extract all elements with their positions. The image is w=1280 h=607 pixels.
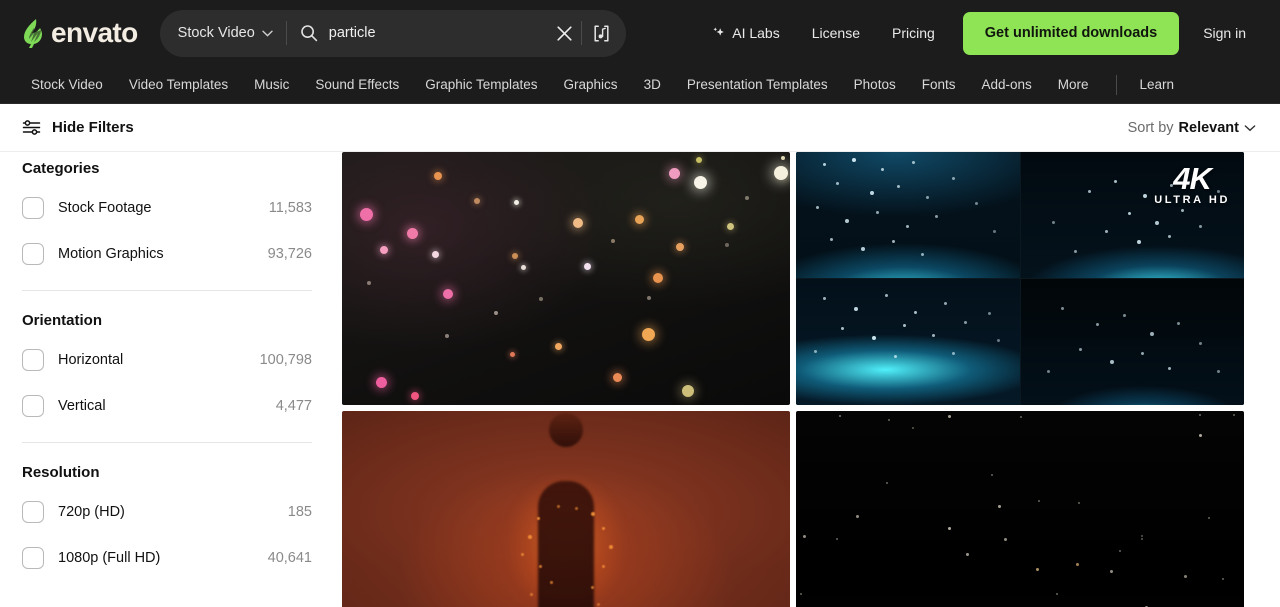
result-thumbnail-1[interactable] bbox=[342, 152, 790, 405]
checkbox[interactable] bbox=[22, 196, 44, 219]
nav-item-photos[interactable]: Photos bbox=[841, 71, 909, 98]
search-icon bbox=[300, 25, 317, 42]
checkbox[interactable] bbox=[22, 348, 44, 371]
search-category-label: Stock Video bbox=[177, 25, 255, 41]
result-thumbnail-4[interactable] bbox=[796, 411, 1244, 607]
header-link-label: License bbox=[811, 25, 860, 41]
brand-name: envato bbox=[51, 17, 138, 48]
checkbox[interactable] bbox=[22, 242, 44, 265]
nav-item-learn[interactable]: Learn bbox=[1127, 71, 1188, 98]
filter-option-motion-graphics[interactable]: Motion Graphics 93,726 bbox=[22, 236, 312, 271]
filter-option-count: 185 bbox=[287, 503, 312, 520]
nav-item-add-ons[interactable]: Add-ons bbox=[968, 71, 1044, 98]
sort-by-value: Relevant bbox=[1178, 119, 1239, 136]
nav-item-3d[interactable]: 3D bbox=[631, 71, 674, 98]
particle-overlay bbox=[1021, 152, 1245, 278]
sort-by-prefix: Sort by bbox=[1127, 119, 1174, 136]
nav-item-stock-video[interactable]: Stock Video bbox=[18, 71, 116, 98]
filter-toolbar: Hide Filters Sort by Relevant bbox=[0, 104, 1280, 152]
sliders-icon bbox=[22, 120, 41, 135]
filter-option-count: 93,726 bbox=[267, 245, 312, 262]
nav-item-music[interactable]: Music bbox=[241, 71, 302, 98]
search-divider-right bbox=[580, 21, 582, 45]
sparkle-icon bbox=[713, 26, 725, 36]
facet-categories: Categories Stock Footage 11,583 Motion G… bbox=[22, 152, 312, 271]
filter-option-label: Horizontal bbox=[58, 351, 124, 368]
thumbnail-quadrant-bottom-right bbox=[1020, 279, 1245, 405]
top-header: envato Stock Video particle AI Labs Lice… bbox=[0, 0, 1280, 66]
filter-option-label: Stock Footage bbox=[58, 199, 152, 216]
nav-item-graphic-templates[interactable]: Graphic Templates bbox=[412, 71, 550, 98]
astronaut-helmet bbox=[549, 412, 583, 447]
facet-title: Categories bbox=[22, 160, 100, 177]
particle-overlay bbox=[1021, 279, 1245, 405]
filter-option-count: 40,641 bbox=[267, 549, 312, 566]
result-thumbnail-3[interactable] bbox=[342, 411, 790, 607]
filter-option-720p[interactable]: 720p (HD) 185 bbox=[22, 494, 312, 529]
filters-sidebar: Categories Stock Footage 11,583 Motion G… bbox=[0, 152, 342, 607]
search-input[interactable] bbox=[328, 25, 549, 41]
astronaut-silhouette bbox=[538, 480, 594, 607]
thumbnail-quadrant-top-right bbox=[1020, 152, 1245, 278]
checkbox[interactable] bbox=[22, 546, 44, 569]
chevron-down-icon bbox=[1244, 124, 1256, 131]
music-note-bracket-icon bbox=[594, 24, 609, 42]
filter-option-label: 720p (HD) bbox=[58, 503, 125, 520]
filter-option-label: 1080p (Full HD) bbox=[58, 549, 161, 566]
media-search-button[interactable] bbox=[584, 16, 620, 50]
hide-filters-label: Hide Filters bbox=[52, 119, 134, 136]
filter-option-stock-footage[interactable]: Stock Footage 11,583 bbox=[22, 190, 312, 225]
facet-title: Resolution bbox=[22, 464, 100, 481]
filter-option-vertical[interactable]: Vertical 4,477 bbox=[22, 388, 312, 423]
filter-option-label: Motion Graphics bbox=[58, 245, 164, 262]
get-unlimited-downloads-button[interactable]: Get unlimited downloads bbox=[962, 11, 1180, 55]
facet-resolution: Resolution 720p (HD) 185 1080p (Full HD)… bbox=[22, 442, 312, 575]
search-bar[interactable]: Stock Video bbox=[159, 9, 626, 57]
results-grid: 4K ULTRA HD bbox=[342, 152, 1280, 607]
filter-option-count: 11,583 bbox=[268, 199, 312, 216]
particle-overlay bbox=[796, 152, 1020, 278]
facet-orientation: Orientation Horizontal 100,798 Vertical … bbox=[22, 290, 312, 423]
nav-separator bbox=[1115, 74, 1117, 95]
nav-item-fonts[interactable]: Fonts bbox=[909, 71, 969, 98]
header-nav: AI Labs License Pricing Get unlimited do… bbox=[695, 11, 1262, 55]
search-divider bbox=[285, 21, 287, 45]
sort-by-dropdown[interactable]: Sort by Relevant bbox=[1128, 120, 1256, 136]
nav-item-presentation-templates[interactable]: Presentation Templates bbox=[674, 71, 841, 98]
chevron-down-icon bbox=[262, 30, 273, 37]
brand-logo[interactable]: envato bbox=[22, 18, 138, 48]
close-icon bbox=[557, 25, 572, 41]
checkbox[interactable] bbox=[22, 394, 44, 417]
header-link-pricing[interactable]: Pricing bbox=[876, 17, 951, 49]
nav-item-more[interactable]: More bbox=[1045, 71, 1102, 98]
filter-option-count: 100,798 bbox=[259, 351, 312, 368]
nav-item-graphics[interactable]: Graphics bbox=[551, 71, 631, 98]
filter-option-1080p[interactable]: 1080p (Full HD) 40,641 bbox=[22, 540, 312, 575]
particle-overlay bbox=[796, 279, 1020, 405]
result-thumbnail-2[interactable]: 4K ULTRA HD bbox=[796, 152, 1244, 405]
filter-option-horizontal[interactable]: Horizontal 100,798 bbox=[22, 342, 312, 377]
nav-item-sound-effects[interactable]: Sound Effects bbox=[302, 71, 412, 98]
facet-title: Orientation bbox=[22, 312, 103, 329]
header-link-label: AI Labs bbox=[732, 25, 780, 41]
search-category-select[interactable]: Stock Video bbox=[178, 25, 286, 41]
hide-filters-button[interactable]: Hide Filters bbox=[22, 118, 134, 137]
filter-option-count: 4,477 bbox=[275, 397, 312, 414]
header-link-license[interactable]: License bbox=[796, 17, 876, 49]
envato-leaf-icon bbox=[24, 19, 42, 48]
page-content: Categories Stock Footage 11,583 Motion G… bbox=[0, 152, 1280, 607]
thumbnail-quadrant-top-left bbox=[796, 152, 1020, 278]
category-nav: Stock Video Video Templates Music Sound … bbox=[0, 66, 1280, 104]
header-link-ai-labs[interactable]: AI Labs bbox=[695, 17, 795, 49]
search-clear-button[interactable] bbox=[549, 17, 581, 49]
filter-option-label: Vertical bbox=[58, 397, 106, 414]
nav-item-video-templates[interactable]: Video Templates bbox=[116, 71, 241, 98]
header-link-label: Pricing bbox=[891, 25, 935, 41]
checkbox[interactable] bbox=[22, 500, 44, 523]
thumbnail-quadrant-bottom-left bbox=[796, 279, 1020, 405]
sign-in-link[interactable]: Sign in bbox=[1187, 17, 1262, 49]
